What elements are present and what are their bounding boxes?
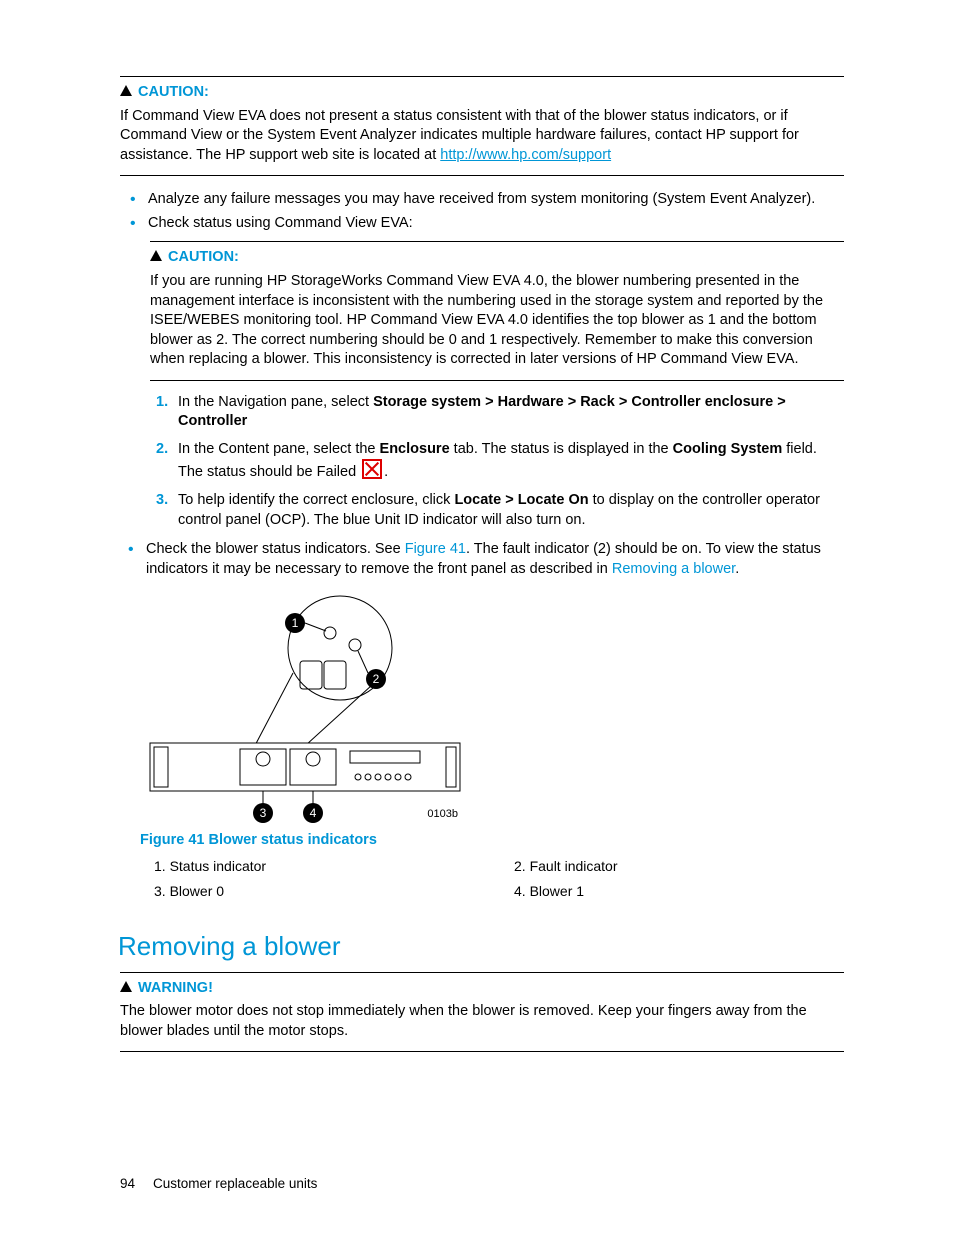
bullet-list-2: Check the blower status indicators. See …	[128, 540, 844, 579]
text: Check the blower status indicators. See	[146, 541, 405, 557]
page: CAUTION: If Command View EVA does not pr…	[0, 0, 954, 1235]
caution-header: CAUTION:	[150, 248, 844, 268]
caution-icon	[150, 250, 162, 261]
legend-item: 3. Blower 0	[154, 882, 484, 901]
bullet-text: Check status using Command View EVA:	[148, 215, 413, 231]
step-text: To help identify the correct enclosure, …	[178, 491, 844, 530]
bullet-list-1: Analyze any failure messages you may hav…	[120, 190, 844, 233]
chapter-title: Customer replaceable units	[153, 1176, 317, 1191]
step-3: 3. To help identify the correct enclosur…	[156, 491, 844, 530]
list-item: Analyze any failure messages you may hav…	[148, 190, 844, 210]
figure-illustration: 1 2	[140, 593, 480, 823]
field-name: Cooling System	[673, 441, 783, 457]
menu-path: Locate > Locate On	[454, 492, 588, 508]
warning-label: WARNING!	[138, 980, 213, 996]
text: .	[735, 561, 739, 577]
caution-label: CAUTION:	[168, 249, 239, 265]
legend-item: 2. Fault indicator	[514, 857, 844, 876]
caution-body: If you are running HP StorageWorks Comma…	[150, 272, 844, 370]
callout-4: 4	[310, 806, 317, 820]
figure-legend: 1. Status indicator 2. Fault indicator 3…	[154, 857, 844, 901]
warning-icon	[120, 981, 132, 992]
warning-box: WARNING! The blower motor does not stop …	[120, 972, 844, 1053]
step-1: 1. In the Navigation pane, select Storag…	[156, 393, 844, 432]
figure-id: 0103b	[427, 808, 458, 820]
list-item: Check the blower status indicators. See …	[146, 540, 844, 579]
warning-body: The blower motor does not stop immediate…	[120, 1002, 844, 1041]
section-ref-link[interactable]: Removing a blower	[612, 561, 735, 577]
step-number: 2.	[156, 440, 178, 483]
figure-caption: Figure 41 Blower status indicators	[140, 831, 844, 851]
bullet-text: Analyze any failure messages you may hav…	[148, 191, 815, 207]
text: In the Content pane, select the	[178, 441, 380, 457]
text: .	[384, 464, 388, 480]
legend-item: 4. Blower 1	[514, 882, 844, 901]
text: To help identify the correct enclosure, …	[178, 492, 454, 508]
caution-box-1: CAUTION: If Command View EVA does not pr…	[120, 76, 844, 176]
text: In the Navigation pane, select	[178, 394, 373, 410]
text: tab. The status is displayed in the	[450, 441, 673, 457]
caution-label: CAUTION:	[138, 84, 209, 100]
page-number: 94	[120, 1176, 135, 1191]
failed-status-icon	[362, 459, 382, 479]
callout-1: 1	[292, 616, 299, 630]
caution-header: CAUTION:	[120, 83, 844, 103]
tab-name: Enclosure	[380, 441, 450, 457]
section-heading-removing-blower: Removing a blower	[118, 929, 844, 964]
step-text: In the Navigation pane, select Storage s…	[178, 393, 844, 432]
callout-3: 3	[260, 806, 267, 820]
ordered-steps: 1. In the Navigation pane, select Storag…	[156, 393, 844, 530]
caution-box-2: CAUTION: If you are running HP StorageWo…	[150, 241, 844, 380]
figure-41: 1 2	[140, 593, 844, 900]
step-text: In the Content pane, select the Enclosur…	[178, 440, 844, 483]
figure-ref-link[interactable]: Figure 41	[405, 541, 466, 557]
warning-header: WARNING!	[120, 979, 844, 999]
step-2: 2. In the Content pane, select the Enclo…	[156, 440, 844, 483]
page-footer: 94 Customer replaceable units	[120, 1175, 317, 1193]
support-link[interactable]: http://www.hp.com/support	[440, 147, 611, 163]
caution-icon	[120, 85, 132, 96]
list-item: Check status using Command View EVA:	[148, 214, 844, 234]
step-number: 1.	[156, 393, 178, 432]
caution-body: If Command View EVA does not present a s…	[120, 107, 844, 166]
callout-2: 2	[373, 672, 380, 686]
legend-item: 1. Status indicator	[154, 857, 484, 876]
step-number: 3.	[156, 491, 178, 530]
